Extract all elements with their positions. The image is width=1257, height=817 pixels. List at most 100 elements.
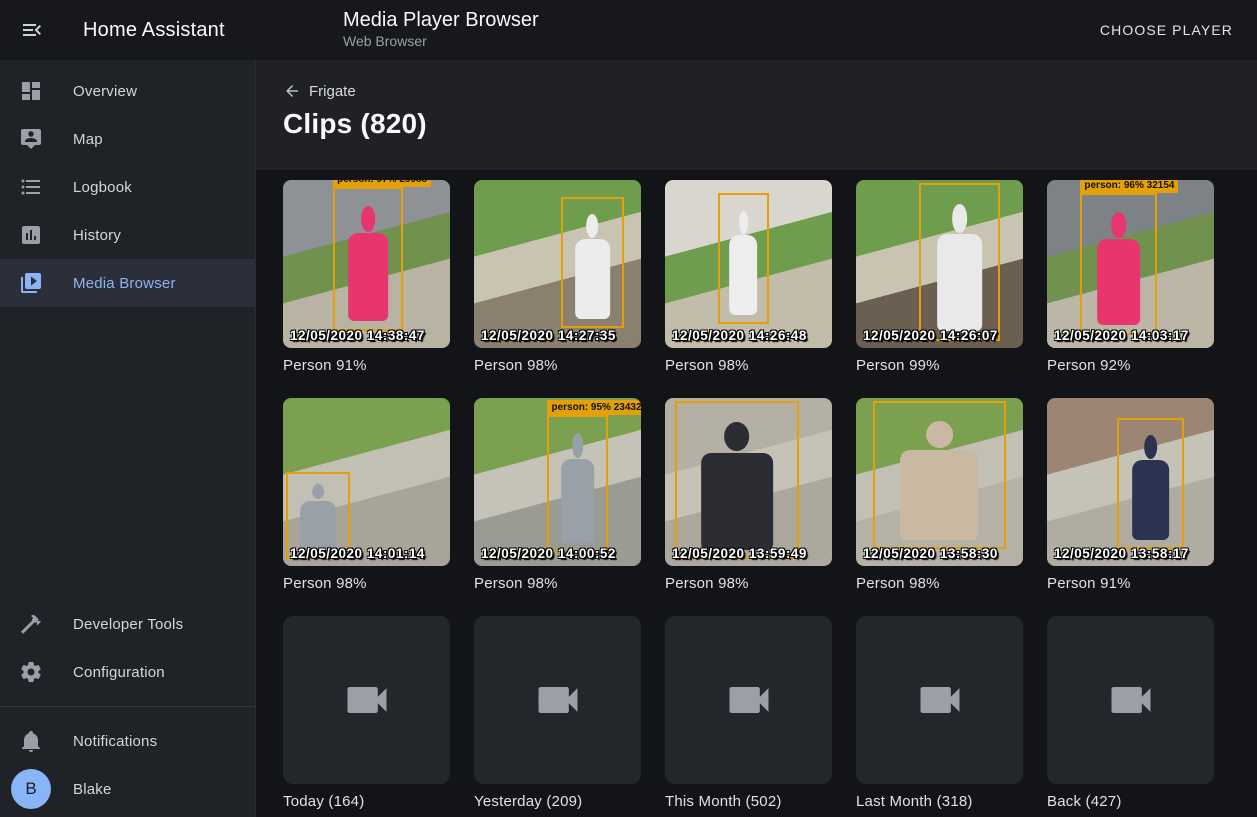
folder-tile-this-month[interactable]: This Month (502) xyxy=(665,616,832,810)
clip-timestamp-overlay: 12/05/2020 13:58:17 xyxy=(1054,546,1189,561)
clip-tile[interactable]: 12/05/2020 14:26:48 Person 98% xyxy=(665,180,832,374)
clip-timestamp-overlay: 12/05/2020 14:27:35 xyxy=(481,328,616,343)
sidebar-item-notifications[interactable]: Notifications xyxy=(0,717,255,765)
folder-thumbnail xyxy=(1047,616,1214,784)
person-head xyxy=(312,484,324,500)
clip-tile[interactable]: 12/05/2020 14:27:35 Person 98% xyxy=(474,180,641,374)
clip-label: Person 98% xyxy=(474,357,641,374)
sidebar-item-label: Developer Tools xyxy=(73,616,183,633)
folder-label: Yesterday (209) xyxy=(474,793,641,810)
video-camera-icon xyxy=(341,674,393,726)
person-head xyxy=(725,422,749,451)
person-figure xyxy=(561,433,595,547)
clip-timestamp-overlay: 12/05/2020 14:26:48 xyxy=(672,328,807,343)
detection-bounding-box xyxy=(1117,418,1184,549)
person-body xyxy=(348,233,388,321)
avatar: B xyxy=(11,769,51,809)
sidebar-item-label: Notifications xyxy=(73,733,157,750)
folder-tile-yesterday[interactable]: Yesterday (209) xyxy=(474,616,641,810)
choose-player-button[interactable]: CHOOSE PLAYER xyxy=(1092,14,1241,46)
person-figure xyxy=(901,421,979,543)
sidebar-divider xyxy=(0,706,255,707)
clip-thumbnail: 12/05/2020 13:59:49 xyxy=(665,398,832,566)
detection-bounding-box xyxy=(718,193,768,324)
clip-tile[interactable]: person: 95% 2343212/05/2020 14:00:52 Pers… xyxy=(474,398,641,592)
video-camera-icon xyxy=(914,674,966,726)
media-page-header: Frigate Clips (820) xyxy=(256,60,1257,170)
hammer-icon xyxy=(19,612,43,636)
clip-timestamp-overlay: 12/05/2020 14:03:17 xyxy=(1054,328,1189,343)
sidebar: Overview Map LogbookHistory Media Browser D… xyxy=(0,60,256,817)
clip-thumbnail: person: 95% 2343212/05/2020 14:00:52 xyxy=(474,398,641,566)
menu-open-icon[interactable] xyxy=(8,6,56,54)
clip-timestamp-overlay: 12/05/2020 14:38:47 xyxy=(290,328,425,343)
video-camera-icon xyxy=(532,674,584,726)
folder-tile-today[interactable]: Today (164) xyxy=(283,616,450,810)
clip-thumbnail: person: 97% 29988 12/05/2020 14:38:47 xyxy=(283,180,450,348)
person-body xyxy=(730,235,758,315)
clip-label: Person 91% xyxy=(283,357,450,374)
sidebar-item-logbook[interactable]: Logbook xyxy=(0,163,255,211)
home-assistant-app: Home Assistant Media Player Browser Web … xyxy=(0,0,1257,817)
clip-thumbnail: 12/05/2020 14:27:35 xyxy=(474,180,641,348)
person-head xyxy=(952,204,968,233)
detection-label-chip: person: 97% 29988 xyxy=(333,180,431,187)
sidebar-item-history[interactable]: History xyxy=(0,211,255,259)
clip-thumbnail: 12/05/2020 14:26:07 xyxy=(856,180,1023,348)
clip-label: Person 92% xyxy=(1047,357,1214,374)
clip-tile[interactable]: 12/05/2020 14:01:14 Person 98% xyxy=(283,398,450,592)
breadcrumb[interactable]: Frigate xyxy=(283,82,356,100)
sidebar-item-label: Configuration xyxy=(73,664,165,681)
web-browser-subtitle: Web Browser xyxy=(343,33,539,49)
person-head xyxy=(739,211,748,235)
person-head xyxy=(926,421,952,448)
person-figure xyxy=(1132,435,1170,543)
detection-bounding-box xyxy=(873,401,1007,549)
clip-timestamp-overlay: 12/05/2020 13:58:30 xyxy=(863,546,998,561)
clip-label: Person 98% xyxy=(665,575,832,592)
detection-label-chip: person: 96% 32154 xyxy=(1080,180,1178,193)
clip-label: Person 98% xyxy=(665,357,832,374)
folder-tile-last-month[interactable]: Last Month (318) xyxy=(856,616,1023,810)
sidebar-item-overview[interactable]: Overview xyxy=(0,67,255,115)
detection-bounding-box xyxy=(1080,193,1157,334)
clip-label: Person 91% xyxy=(1047,575,1214,592)
clip-tile[interactable]: 12/05/2020 13:59:49 Person 98% xyxy=(665,398,832,592)
sidebar-item-configuration[interactable]: Configuration xyxy=(0,648,255,696)
person-body xyxy=(561,459,595,543)
person-head xyxy=(572,433,583,458)
browser-header: Media Player Browser Web Browser xyxy=(343,8,539,49)
folder-tile-back[interactable]: Back (427) xyxy=(1047,616,1214,810)
person-figure xyxy=(730,211,758,319)
clip-label: Person 98% xyxy=(856,575,1023,592)
clip-tile[interactable]: 12/05/2020 13:58:30 Person 98% xyxy=(856,398,1023,592)
clip-label: Person 98% xyxy=(283,575,450,592)
sidebar-item-media-browser[interactable]: Media Browser xyxy=(0,259,255,307)
folder-thumbnail xyxy=(474,616,641,784)
folder-thumbnail xyxy=(856,616,1023,784)
clip-thumbnail: 12/05/2020 14:01:14 xyxy=(283,398,450,566)
app-header: Home Assistant Media Player Browser Web … xyxy=(0,0,1257,60)
sidebar-item-profile[interactable]: BBlake xyxy=(0,765,255,813)
clip-tile[interactable]: 12/05/2020 14:26:07 Person 99% xyxy=(856,180,1023,374)
bell-icon xyxy=(19,729,43,753)
breadcrumb-label: Frigate xyxy=(309,83,356,100)
detection-label-chip: person: 95% 23432 xyxy=(547,400,641,415)
back-arrow-icon xyxy=(283,82,301,100)
folder-label: Back (427) xyxy=(1047,793,1214,810)
sidebar-item-map[interactable]: Map xyxy=(0,115,255,163)
clip-tile[interactable]: person: 97% 29988 12/05/2020 14:38:47 Pers… xyxy=(283,180,450,374)
clip-label: Person 99% xyxy=(856,357,1023,374)
person-figure xyxy=(937,204,983,335)
sidebar-item-developer-tools[interactable]: Developer Tools xyxy=(0,600,255,648)
person-body xyxy=(937,234,983,331)
map-icon xyxy=(19,127,43,151)
clip-label: Person 98% xyxy=(474,575,641,592)
sidebar-item-label: Media Browser xyxy=(73,275,176,292)
sidebar-item-label: Map xyxy=(73,131,103,148)
person-body xyxy=(901,450,979,540)
clip-tile[interactable]: person: 96% 32154 12/05/2020 14:03:17 Pers… xyxy=(1047,180,1214,374)
person-head xyxy=(1144,435,1157,459)
clip-tile[interactable]: 12/05/2020 13:58:17 Person 91% xyxy=(1047,398,1214,592)
person-figure xyxy=(348,206,388,325)
